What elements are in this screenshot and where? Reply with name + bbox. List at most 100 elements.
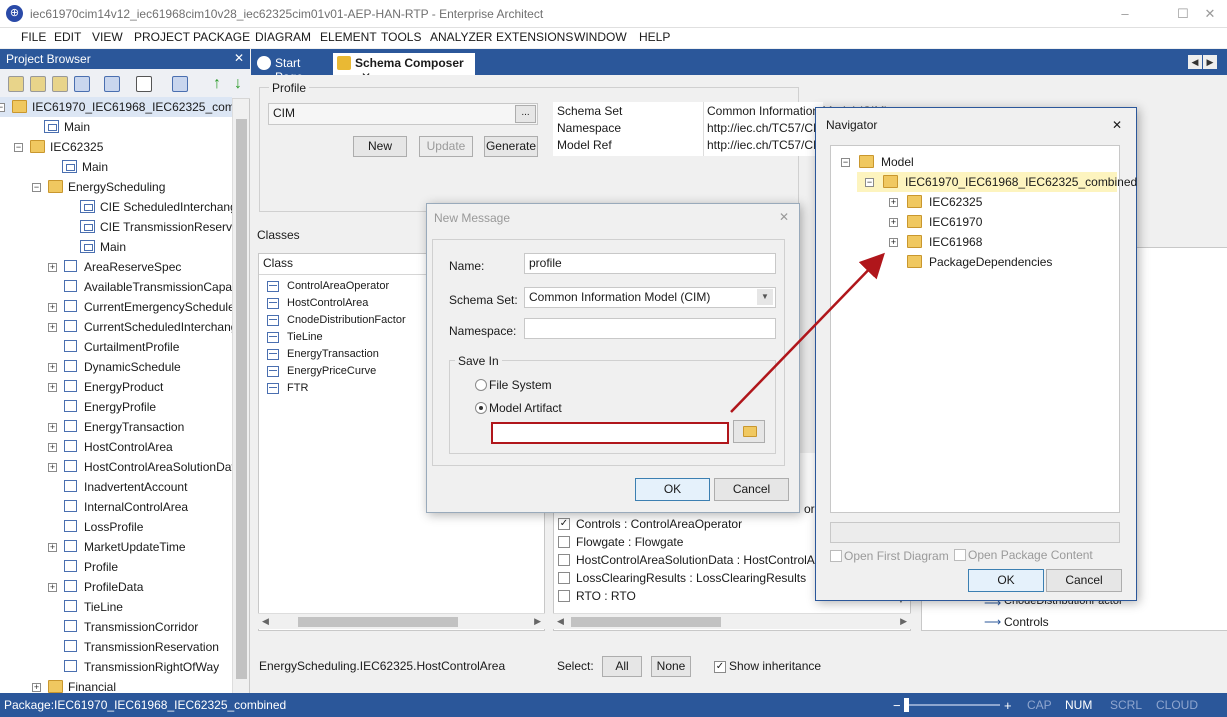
expand-icon[interactable]: + (32, 683, 41, 692)
new-button[interactable]: New (353, 136, 407, 157)
profile-field[interactable]: CIM (268, 103, 538, 125)
expand-icon[interactable]: + (889, 218, 898, 227)
show-inheritance-checkbox[interactable]: ✓ (714, 661, 726, 673)
open-package-content-checkbox[interactable] (954, 549, 966, 561)
menu-extensions[interactable]: EXTENSIONS (496, 30, 573, 44)
tree-item[interactable]: InternalControlArea (0, 497, 232, 517)
tree-item[interactable]: TransmissionRightOfWay (0, 657, 232, 677)
scroll-left-icon[interactable]: ◀ (557, 616, 564, 627)
menu-edit[interactable]: EDIT (54, 30, 81, 44)
tree-item[interactable]: CIE ScheduledInterchange (0, 197, 232, 217)
browse-artifact-button[interactable] (733, 420, 765, 443)
attribute-checkbox[interactable]: ✓ (558, 518, 570, 530)
model-artifact-radio[interactable] (475, 402, 487, 414)
tree-item[interactable]: EnergyProfile (0, 397, 232, 417)
name-input[interactable]: profile (524, 253, 776, 274)
schema-set-select[interactable]: Common Information Model (CIM) ▼ (524, 287, 776, 308)
navigator-tree-item[interactable]: + IEC62325 (831, 192, 1119, 212)
expand-icon[interactable]: + (48, 383, 57, 392)
tab-schema-composer[interactable]: Schema Composer ✕ (333, 53, 475, 84)
expand-icon[interactable]: + (48, 263, 57, 272)
tree-item[interactable]: − EnergyScheduling (0, 177, 232, 197)
tree-item[interactable]: TieLine (0, 597, 232, 617)
close-dialog-icon[interactable]: ✕ (779, 210, 789, 224)
navigator-cancel-button[interactable]: Cancel (1046, 569, 1122, 592)
cancel-button[interactable]: Cancel (714, 478, 789, 501)
class-list-item[interactable]: EnergyTransaction (265, 346, 379, 363)
expand-icon[interactable]: + (48, 543, 57, 552)
find-icon[interactable] (104, 76, 120, 92)
attribute-item[interactable]: ✓ Controls : ControlAreaOperator (558, 515, 742, 533)
profile-browse-button[interactable]: ... (515, 105, 536, 123)
tree-item[interactable]: TransmissionCorridor (0, 617, 232, 637)
scroll-left-icon[interactable]: ◀ (262, 616, 269, 627)
expand-icon[interactable]: + (48, 363, 57, 372)
artifact-path-field[interactable] (491, 422, 729, 444)
file-system-radio[interactable] (475, 379, 487, 391)
zoom-slider[interactable] (905, 704, 1000, 706)
tree-item[interactable]: − IEC61970_IEC61968_IEC62325_combined (0, 97, 232, 117)
menu-project[interactable]: PROJECT (134, 30, 190, 44)
chevron-down-icon[interactable]: ▼ (757, 289, 773, 305)
tree-item[interactable]: TransmissionReservation (0, 637, 232, 657)
class-list-item[interactable]: FTR (265, 380, 308, 397)
related-item[interactable]: Controls (1004, 615, 1049, 629)
class-list-item[interactable]: EnergyPriceCurve (265, 363, 376, 380)
scrollbar-thumb[interactable] (571, 617, 721, 627)
attribute-checkbox[interactable] (558, 554, 570, 566)
attribute-item[interactable]: LossClearingResults : LossClearingResult… (558, 569, 806, 587)
move-up-icon[interactable]: ↑ (213, 75, 221, 93)
tree-item[interactable]: + CurrentScheduledInterchange (0, 317, 232, 337)
navigator-tree-item[interactable]: + IEC61970 (831, 212, 1119, 232)
expand-icon[interactable]: + (48, 583, 57, 592)
open-first-diagram-checkbox[interactable] (830, 550, 842, 562)
attribute-list-hscroll[interactable]: ◀ ▶ (553, 613, 911, 629)
collapse-icon[interactable]: − (14, 143, 23, 152)
menu-file[interactable]: FILE (21, 30, 46, 44)
menu-analyzer[interactable]: ANALYZER (430, 30, 492, 44)
new-model-icon[interactable] (8, 76, 24, 92)
tree-item[interactable]: + EnergyProduct (0, 377, 232, 397)
generate-button[interactable]: Generate (484, 136, 538, 157)
collapse-icon[interactable]: − (865, 178, 874, 187)
attribute-checkbox[interactable] (558, 536, 570, 548)
expand-icon[interactable]: + (48, 323, 57, 332)
maximize-button[interactable]: ☐ (1168, 4, 1198, 24)
close-window-button[interactable]: ✕ (1195, 4, 1225, 24)
menu-package[interactable]: PACKAGE (193, 30, 250, 44)
scroll-right-icon[interactable]: ▶ (534, 616, 541, 627)
navigator-tree-item[interactable]: − IEC61970_IEC61968_IEC62325_combined (857, 172, 1137, 192)
attribute-item[interactable]: RTO : RTO (558, 587, 636, 605)
tree-item[interactable]: AvailableTransmissionCapacity (0, 277, 232, 297)
ok-button[interactable]: OK (635, 478, 710, 501)
class-list-item[interactable]: HostControlArea (265, 295, 368, 312)
navigator-path-field[interactable] (830, 522, 1120, 543)
navigator-tree-item[interactable]: PackageDependencies (831, 252, 1119, 272)
navigator-tree-item[interactable]: − Model (831, 152, 1119, 172)
tree-item[interactable]: + HostControlArea (0, 437, 232, 457)
expand-icon[interactable]: + (889, 238, 898, 247)
attribute-checkbox[interactable] (558, 572, 570, 584)
expand-icon[interactable]: + (48, 423, 57, 432)
expand-icon[interactable]: + (48, 303, 57, 312)
tree-item[interactable]: + EnergyTransaction (0, 417, 232, 437)
menu-tools[interactable]: TOOLS (381, 30, 421, 44)
class-list-item[interactable]: TieLine (265, 329, 323, 346)
select-none-button[interactable]: None (651, 656, 691, 677)
update-button[interactable]: Update (419, 136, 473, 157)
tree-item[interactable]: + HostControlAreaSolutionData (0, 457, 232, 477)
tree-item[interactable]: InadvertentAccount (0, 477, 232, 497)
zoom-out-icon[interactable]: − (893, 698, 901, 713)
menu-element[interactable]: ELEMENT (320, 30, 377, 44)
class-list-hscroll[interactable]: ◀ ▶ (258, 613, 545, 629)
new-view-icon[interactable] (52, 76, 68, 92)
scroll-right-icon[interactable]: ▶ (900, 616, 907, 627)
tree-item[interactable]: + DynamicSchedule (0, 357, 232, 377)
project-browser-scrollbar[interactable] (232, 99, 249, 693)
new-diagram-icon[interactable] (74, 76, 90, 92)
tab-start-page[interactable]: Start Page (253, 53, 331, 84)
attribute-checkbox[interactable] (558, 590, 570, 602)
tree-item[interactable]: − IEC62325 (0, 137, 232, 157)
collapse-icon[interactable]: − (32, 183, 41, 192)
tree-item[interactable]: + MarketUpdateTime (0, 537, 232, 557)
